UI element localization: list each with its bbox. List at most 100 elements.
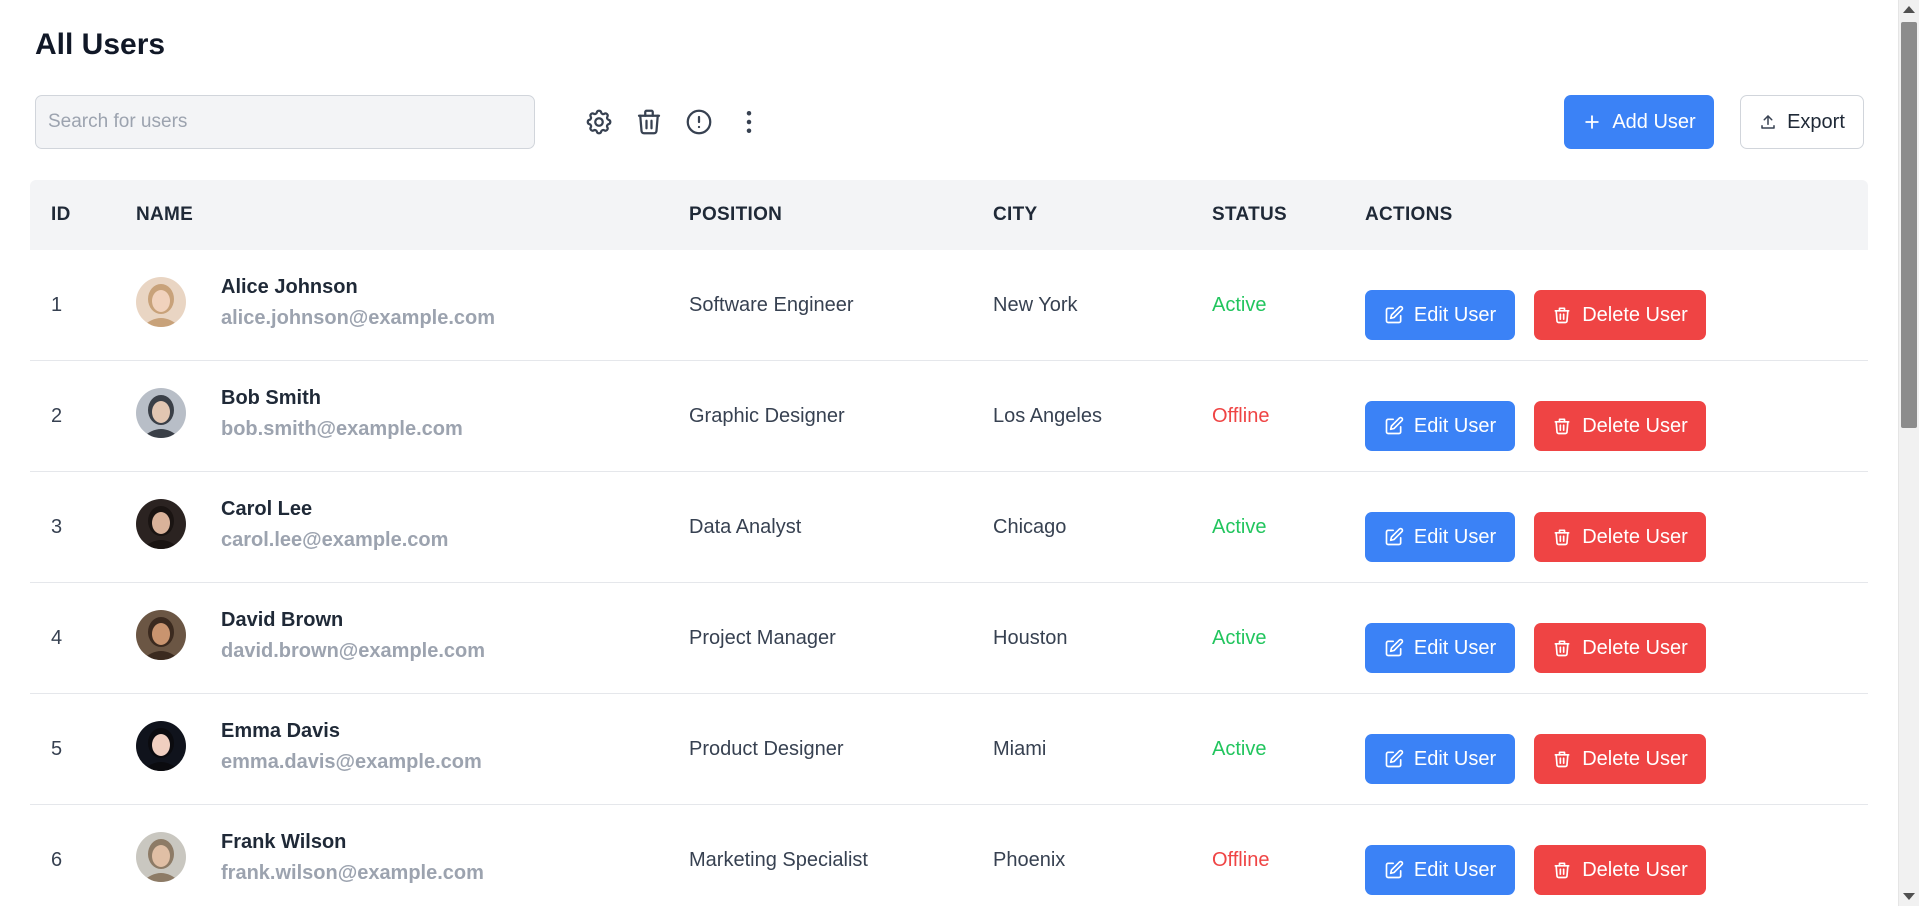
cell-position: Graphic Designer [689, 405, 845, 427]
avatar [136, 610, 186, 660]
user-name: Frank Wilson [221, 831, 347, 853]
edit-user-button[interactable]: Edit User [1365, 512, 1515, 562]
alert-circle-icon [686, 109, 712, 135]
table-row: 4 David Brown david.brown@example.com Pr… [30, 583, 1868, 694]
trash-icon [1554, 529, 1570, 546]
export-label: Export [1787, 110, 1845, 133]
scroll-down-arrow-icon[interactable] [1903, 893, 1915, 900]
delete-user-label: Delete User [1582, 747, 1688, 770]
edit-user-label: Edit User [1413, 525, 1497, 548]
status-badge: Offline [1212, 849, 1270, 871]
scrollbar[interactable] [1898, 0, 1919, 906]
edit-user-label: Edit User [1413, 747, 1497, 770]
user-email: emma.davis@example.com [221, 751, 482, 773]
trash-icon [1554, 418, 1570, 435]
avatar [136, 832, 186, 882]
edit-user-label: Edit User [1413, 858, 1497, 881]
user-email: frank.wilson@example.com [221, 862, 484, 884]
cell-position: Data Analyst [689, 516, 802, 538]
edit-user-button[interactable]: Edit User [1365, 290, 1515, 340]
trash-icon [1554, 640, 1570, 657]
cell-city: Phoenix [993, 849, 1066, 871]
user-name: Bob Smith [221, 387, 321, 409]
header-actions: ACTIONS [1365, 204, 1453, 225]
cell-position: Product Designer [689, 738, 844, 760]
delete-user-button[interactable]: Delete User [1534, 734, 1706, 784]
cell-city: Chicago [993, 516, 1067, 538]
trash-icon [1554, 307, 1570, 324]
settings-button[interactable] [581, 104, 617, 140]
cell-city: Miami [993, 738, 1047, 760]
cell-id: 1 [51, 294, 63, 316]
edit-user-label: Edit User [1413, 636, 1497, 659]
user-name: Emma Davis [221, 720, 340, 742]
table-row: 6 Frank Wilson frank.wilson@example.com … [30, 805, 1868, 906]
edit-user-button[interactable]: Edit User [1365, 401, 1515, 451]
add-user-button[interactable]: Add User [1564, 95, 1714, 149]
trash-icon [1554, 751, 1570, 768]
plus-icon [1585, 115, 1600, 129]
delete-user-button[interactable]: Delete User [1534, 623, 1706, 673]
alert-button[interactable] [681, 104, 717, 140]
delete-user-button[interactable]: Delete User [1534, 401, 1706, 451]
cell-position: Software Engineer [689, 294, 854, 316]
avatar [136, 721, 186, 771]
cell-position: Marketing Specialist [689, 849, 868, 871]
cell-city: Houston [993, 627, 1068, 649]
status-badge: Active [1212, 738, 1267, 760]
upload-icon [1761, 115, 1775, 129]
export-button[interactable]: Export [1740, 95, 1864, 149]
delete-user-button[interactable]: Delete User [1534, 290, 1706, 340]
edit-user-label: Edit User [1413, 414, 1497, 437]
delete-user-button[interactable]: Delete User [1534, 512, 1706, 562]
table-row: 1 Alice Johnson alice.johnson@example.co… [30, 250, 1868, 361]
edit-user-button[interactable]: Edit User [1365, 623, 1515, 673]
cell-city: New York [993, 294, 1078, 316]
cell-id: 5 [51, 738, 63, 760]
users-page: All Users Add User Export [0, 0, 1919, 906]
header-name: NAME [136, 204, 194, 225]
edit-icon [1385, 305, 1404, 324]
scroll-thumb[interactable] [1901, 22, 1917, 428]
cell-id: 6 [51, 849, 63, 871]
scroll-up-arrow-icon[interactable] [1903, 6, 1915, 13]
table-header: ID NAME POSITION CITY STATUS ACTIONS [30, 180, 1868, 250]
avatar [136, 277, 186, 327]
edit-icon [1385, 638, 1404, 657]
user-name: Carol Lee [221, 498, 313, 520]
avatar [136, 499, 186, 549]
table-row: 5 Emma Davis emma.davis@example.com Prod… [30, 694, 1868, 805]
edit-icon [1385, 527, 1404, 546]
delete-user-label: Delete User [1582, 858, 1688, 881]
more-vertical-icon [746, 111, 752, 133]
trash-icon [1554, 862, 1570, 879]
user-email: alice.johnson@example.com [221, 307, 496, 329]
edit-icon [1385, 416, 1404, 435]
header-id: ID [51, 204, 71, 225]
header-city: CITY [993, 204, 1038, 225]
cell-id: 4 [51, 627, 63, 649]
user-name: Alice Johnson [221, 276, 358, 298]
edit-user-button[interactable]: Edit User [1365, 845, 1515, 895]
delete-user-label: Delete User [1582, 303, 1688, 326]
cell-city: Los Angeles [993, 405, 1102, 427]
bulk-delete-button[interactable] [631, 104, 667, 140]
trash-icon [637, 109, 661, 135]
more-options-button[interactable] [731, 104, 767, 140]
edit-icon [1385, 749, 1404, 768]
search-input[interactable] [35, 95, 535, 149]
status-badge: Active [1212, 294, 1267, 316]
user-name: David Brown [221, 609, 344, 631]
cell-id: 2 [51, 405, 63, 427]
user-email: bob.smith@example.com [221, 418, 463, 440]
status-badge: Active [1212, 516, 1267, 538]
edit-user-label: Edit User [1413, 303, 1497, 326]
edit-user-button[interactable]: Edit User [1365, 734, 1515, 784]
page-title: All Users [35, 28, 166, 61]
status-badge: Offline [1212, 405, 1270, 427]
header-status: STATUS [1212, 204, 1287, 225]
user-email: david.brown@example.com [221, 640, 486, 662]
avatar [136, 388, 186, 438]
delete-user-button[interactable]: Delete User [1534, 845, 1706, 895]
status-badge: Active [1212, 627, 1267, 649]
